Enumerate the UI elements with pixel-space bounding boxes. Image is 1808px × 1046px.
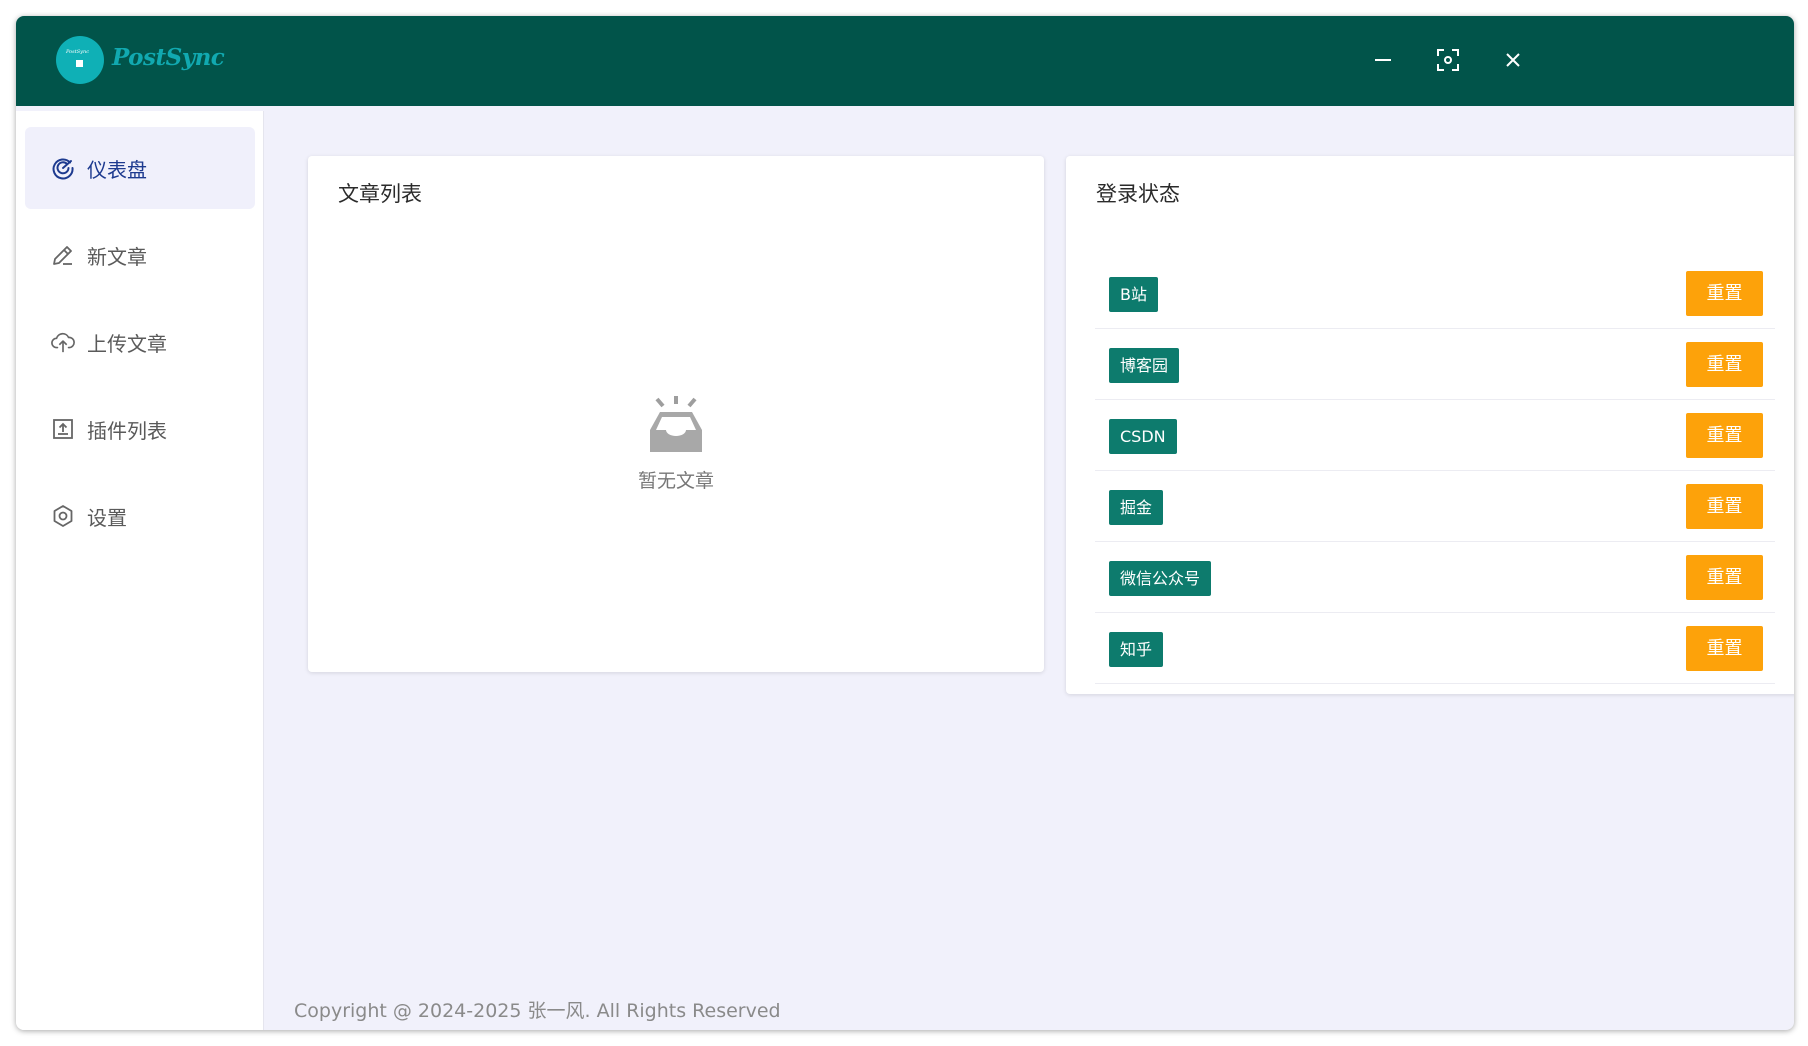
copyright-footer: Copyright @ 2024-2025 张一风. All Rights Re… xyxy=(294,1000,781,1022)
reset-button[interactable]: 重置 xyxy=(1686,342,1763,387)
pencil-edit-icon xyxy=(51,243,75,267)
empty-state: 暂无文章 xyxy=(308,396,1044,493)
sidebar-item-settings[interactable]: 设置 xyxy=(25,475,255,557)
article-list-card: 文章列表 暂无文章 xyxy=(308,156,1044,672)
reset-button[interactable]: 重置 xyxy=(1686,413,1763,458)
platform-tag: B站 xyxy=(1109,277,1158,312)
sidebar-item-label: 设置 xyxy=(87,505,127,530)
app-brand-name: PostSync xyxy=(112,44,225,71)
close-button[interactable] xyxy=(1491,38,1535,82)
app-logo: PostSync xyxy=(56,36,104,84)
list-item: B站 重置 xyxy=(1095,258,1775,329)
fullscreen-button[interactable] xyxy=(1426,38,1470,82)
minimize-button[interactable] xyxy=(1361,38,1405,82)
logo-square-icon xyxy=(76,60,83,67)
list-item: 掘金 重置 xyxy=(1095,471,1775,542)
platform-tag: CSDN xyxy=(1109,419,1177,454)
sidebar-item-label: 新文章 xyxy=(87,244,147,269)
minimize-icon xyxy=(1375,59,1391,61)
app-window: PostSync PostSync 仪表盘 新文章 上传文章 插件列表 设置 文… xyxy=(16,16,1794,1030)
list-item: 微信公众号 重置 xyxy=(1095,542,1775,613)
login-status-card: 登录状态 B站 重置 博客园 重置 CSDN 重置 掘金 重置 微信公众号 重置… xyxy=(1066,156,1794,694)
dashboard-gauge-icon xyxy=(51,156,75,180)
sidebar-item-label: 上传文章 xyxy=(87,331,167,356)
reset-button[interactable]: 重置 xyxy=(1686,271,1763,316)
plugin-box-icon xyxy=(51,417,75,441)
article-list-title: 文章列表 xyxy=(338,182,422,206)
sidebar-item-upload-article[interactable]: 上传文章 xyxy=(25,301,255,383)
list-item: 知乎 重置 xyxy=(1095,613,1775,684)
platform-tag: 掘金 xyxy=(1109,490,1164,525)
platform-tag: 微信公众号 xyxy=(1109,561,1212,596)
sidebar: 仪表盘 新文章 上传文章 插件列表 设置 xyxy=(16,111,264,1030)
sidebar-item-dashboard[interactable]: 仪表盘 xyxy=(25,127,255,209)
platform-tag: 博客园 xyxy=(1109,348,1180,383)
cloud-upload-icon xyxy=(51,330,75,354)
login-status-title: 登录状态 xyxy=(1096,182,1180,206)
empty-text: 暂无文章 xyxy=(637,470,714,492)
close-icon xyxy=(1506,53,1520,67)
reset-button[interactable]: 重置 xyxy=(1686,626,1763,671)
platform-tag: 知乎 xyxy=(1109,632,1164,667)
empty-inbox-icon xyxy=(650,396,702,452)
reset-button[interactable]: 重置 xyxy=(1686,555,1763,600)
sidebar-item-label: 仪表盘 xyxy=(87,157,147,182)
reset-button[interactable]: 重置 xyxy=(1686,484,1763,529)
list-item: 博客园 重置 xyxy=(1095,329,1775,400)
logo-tiny-text: PostSync xyxy=(66,49,90,55)
sidebar-item-label: 插件列表 xyxy=(87,418,167,443)
fullscreen-icon xyxy=(1437,49,1459,71)
sidebar-item-plugins[interactable]: 插件列表 xyxy=(25,388,255,470)
title-bar[interactable]: PostSync PostSync xyxy=(16,16,1794,106)
sidebar-item-new-article[interactable]: 新文章 xyxy=(25,214,255,296)
settings-hexagon-icon xyxy=(51,504,75,528)
list-item: CSDN 重置 xyxy=(1095,400,1775,471)
